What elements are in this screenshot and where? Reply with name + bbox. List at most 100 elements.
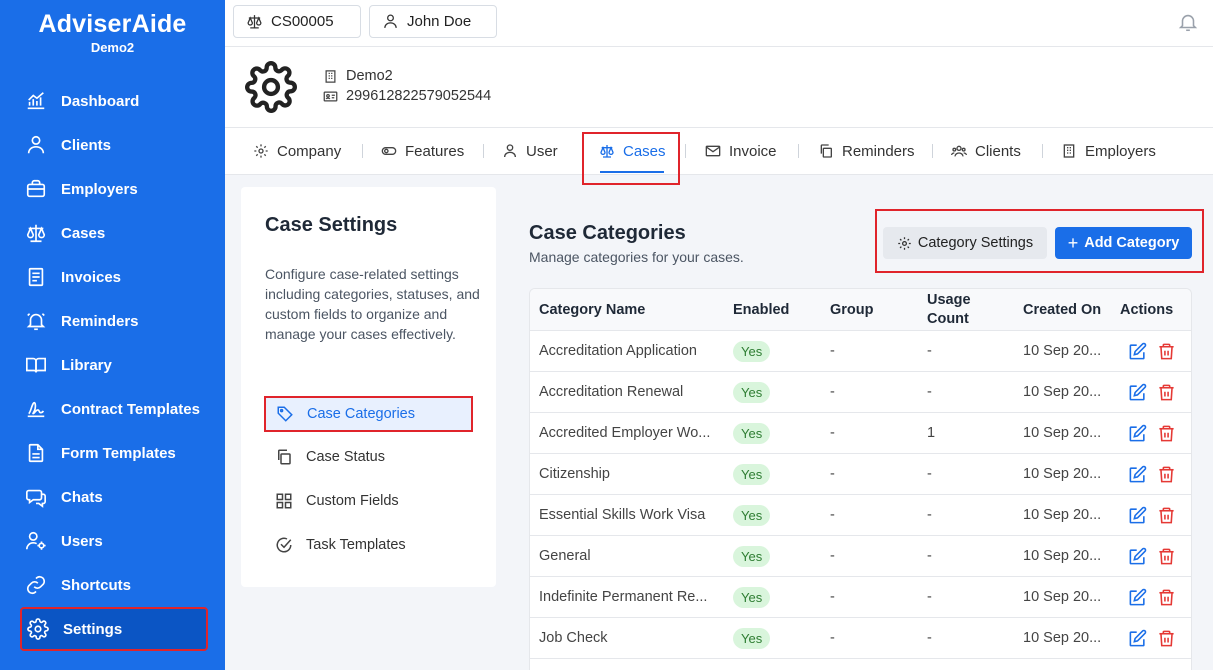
table-row[interactable]: General Yes - - 10 Sep 20... [530,536,1191,577]
edit-icon[interactable] [1128,465,1147,484]
edit-icon[interactable] [1128,547,1147,566]
tab-clients[interactable]: Clients [951,128,1021,174]
tab-employers[interactable]: Employers [1061,128,1156,174]
column-header-enabled[interactable]: Enabled [733,289,789,331]
category-settings-button[interactable]: Category Settings [883,227,1047,259]
table-row[interactable]: Job Check Yes - - 10 Sep 20... [530,618,1191,659]
user-selector[interactable]: John Doe [369,5,497,38]
delete-icon[interactable] [1157,629,1176,648]
edit-icon[interactable] [1128,424,1147,443]
sidebar-item-library[interactable]: Library [20,343,208,387]
edit-icon[interactable] [1128,342,1147,361]
company-gear-icon [245,61,297,113]
tab-label: Features [405,142,465,160]
table-row[interactable]: Accreditation Application Yes - - 10 Sep… [530,331,1191,372]
actions-cell [1128,618,1186,658]
table-row[interactable]: Indefinite Permanent Re... Yes - - 10 Se… [530,577,1191,618]
enabled-cell: Yes [733,536,771,576]
tab-divider [483,144,484,158]
status-badge: Yes [733,627,771,649]
sidebar-item-clients[interactable]: Clients [20,123,208,167]
settings-link-task-templates[interactable]: Task Templates [265,527,472,563]
tab-label: Company [277,142,342,160]
delete-icon[interactable] [1157,342,1176,361]
tab-features[interactable]: Features [381,128,464,174]
sidebar-item-users[interactable]: Users [20,519,208,563]
tab-company[interactable]: Company [253,128,341,174]
category-name-cell: Accredited Employer Wo... [539,425,711,441]
sidebar-item-reminders[interactable]: Reminders [20,299,208,343]
edit-icon[interactable] [1128,588,1147,607]
column-header-usage[interactable]: Usage Count [927,289,997,331]
sidebar-item-contract-templates[interactable]: Contract Templates [20,387,208,431]
actions-cell [1128,536,1186,576]
settings-link-label: Case Status [306,449,385,465]
table-row[interactable]: Essential Skills Work Visa Yes - - 10 Se… [530,495,1191,536]
delete-icon[interactable] [1157,465,1176,484]
sidebar-item-label: Library [61,356,112,374]
column-header-name[interactable]: Category Name [539,289,645,331]
workspace-name: Demo2 [90,40,135,55]
created-on-cell: 10 Sep 20... [1023,425,1102,441]
plus-icon: + [1067,232,1079,253]
user-gear-icon [24,529,48,553]
tab-reminders[interactable]: Reminders [818,128,915,174]
settings-link-custom-fields[interactable]: Custom Fields [265,483,472,519]
company-header: Demo2 299612822579052544 [225,47,1213,128]
sidebar-item-invoices[interactable]: Invoices [20,255,208,299]
building-icon [1061,143,1077,159]
enabled-cell: Yes [733,331,771,371]
usage-count-cell: - [927,548,932,564]
notifications-bell-icon[interactable] [1177,11,1199,33]
add-category-button[interactable]: + Add Category [1055,227,1192,259]
sidebar-item-label: Invoices [61,268,122,286]
case-settings-panel: Case Settings Configure case-related set… [241,187,496,587]
tab-user[interactable]: User [502,128,558,174]
edit-icon[interactable] [1128,506,1147,525]
sidebar-item-settings[interactable]: Settings [20,607,208,651]
sidebar-item-form-templates[interactable]: Form Templates [20,431,208,475]
column-header-group[interactable]: Group [830,289,874,331]
link-icon [24,573,48,597]
tab-invoice[interactable]: Invoice [705,128,777,174]
table-row[interactable]: Citizenship Yes - - 10 Sep 20... [530,454,1191,495]
settings-tabs: Company Features User Cases Invoice Remi… [225,128,1213,175]
delete-icon[interactable] [1157,588,1176,607]
sidebar-item-label: Contract Templates [61,400,200,418]
settings-link-case-categories[interactable]: Case Categories [264,396,473,432]
group-cell: - [830,507,835,523]
column-header-actions: Actions [1120,301,1174,318]
delete-icon[interactable] [1157,424,1176,443]
sidebar-item-chats[interactable]: Chats [20,475,208,519]
actions-cell [1128,331,1186,371]
sidebar-item-cases[interactable]: Cases [20,211,208,255]
delete-icon[interactable] [1157,547,1176,566]
status-badge: Yes [733,381,771,403]
table-row[interactable]: Accreditation Renewal Yes - - 10 Sep 20.… [530,372,1191,413]
brand: AdviserAide Demo2 [0,0,225,55]
sidebar-item-label: Employers [61,180,138,198]
id-card-icon [323,89,338,104]
category-name-cell: Essential Skills Work Visa [539,507,706,523]
usage-count-cell: - [927,630,932,646]
usage-count-cell: - [927,343,932,359]
edit-icon[interactable] [1128,383,1147,402]
delete-icon[interactable] [1157,383,1176,402]
table-row[interactable]: Accredited Employer Wo... Yes - 1 10 Sep… [530,413,1191,454]
tab-divider [362,144,363,158]
settings-link-case-status[interactable]: Case Status [265,439,472,475]
sidebar-item-dashboard[interactable]: Dashboard [20,79,208,123]
file-icon [24,441,48,465]
case-selector[interactable]: CS00005 [233,5,361,38]
created-on-cell: 10 Sep 20... [1023,548,1102,564]
column-header-created[interactable]: Created On [1023,289,1101,331]
delete-icon[interactable] [1157,506,1176,525]
sidebar-item-label: Shortcuts [61,576,132,594]
sidebar-item-employers[interactable]: Employers [20,167,208,211]
settings-link-label: Task Templates [306,537,406,553]
tab-divider [798,144,799,158]
sidebar: AdviserAide Demo2 Dashboard Clients Empl… [0,0,225,670]
sidebar-item-label: Chats [61,488,103,506]
edit-icon[interactable] [1128,629,1147,648]
sidebar-item-shortcuts[interactable]: Shortcuts [20,563,208,607]
